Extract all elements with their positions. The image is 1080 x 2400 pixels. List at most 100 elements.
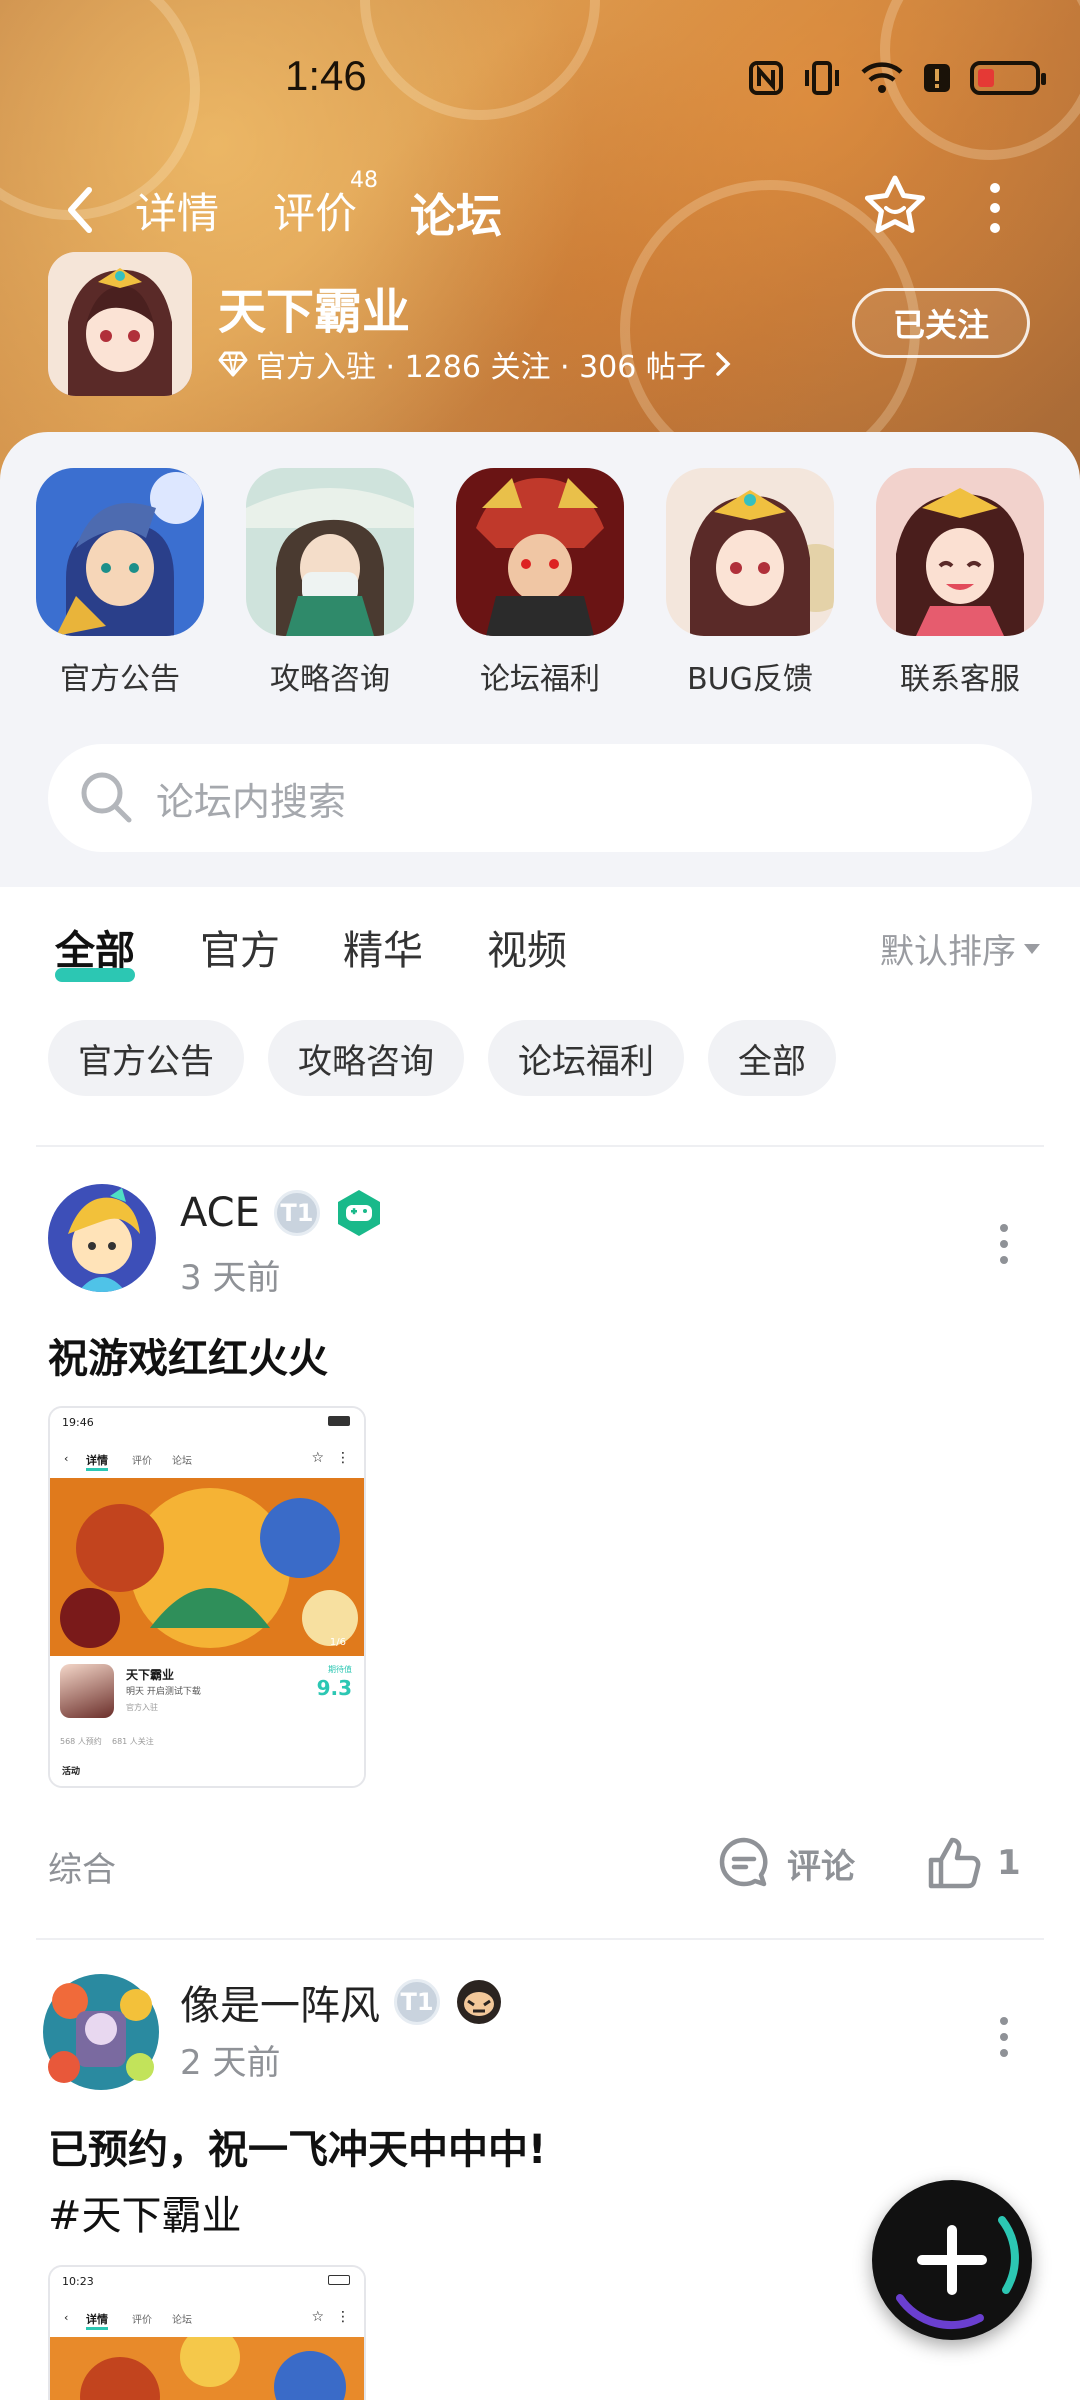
thumb-more-icon: ⋮ [336, 1450, 350, 1466]
alert-icon [924, 64, 950, 92]
favorite-star-icon[interactable] [860, 170, 930, 240]
thumb-tab: 论坛 [172, 1456, 192, 1467]
thumb-game-sub: 明天 开启测试下载 [126, 1687, 201, 1697]
header-banner: 1:46 详情 评价 48 论坛 天下霸业 官方入驻 · 1286 关注 · 3… [0, 0, 1080, 480]
more-menu-icon[interactable] [975, 178, 1015, 238]
game-meta[interactable]: 官方入驻 · 1286 关注 · 306 帖子 [218, 342, 732, 386]
tab-official[interactable]: 官方 [200, 918, 280, 976]
post-more-icon[interactable] [1000, 1224, 1012, 1264]
shortcut-official-notice[interactable]: 官方公告 [35, 468, 205, 698]
thumb-score: 9.3 [316, 1676, 352, 1700]
avatar[interactable] [48, 1184, 156, 1292]
vibrate-icon [805, 61, 839, 95]
post-category[interactable]: 综合 [48, 1842, 116, 1891]
thumb-star-icon: ☆ [311, 1450, 324, 1466]
post-hashtag[interactable]: #天下霸业 [48, 2183, 242, 2241]
tab-details[interactable]: 详情 [135, 180, 219, 241]
author-name[interactable]: 像是一阵风 [180, 1973, 380, 2031]
category-chips: 官方公告 攻略咨询 论坛福利 全部 [48, 1020, 836, 1096]
thumb-game-badge: 官方入驻 [126, 1703, 158, 1712]
chevron-right-icon [716, 352, 731, 376]
shortcut-bug-report[interactable]: BUG反馈 [665, 468, 835, 698]
tab-video[interactable]: 视频 [487, 918, 567, 976]
thumb-topbar: 10:23 ‹ 详情 评价 论坛 ☆ ⋮ [50, 2267, 364, 2337]
thumb-banner: 1/6 [50, 1478, 364, 1656]
thumb-star-icon: ☆ [311, 2309, 324, 2325]
back-icon[interactable] [55, 180, 105, 240]
post-image[interactable]: 10:23 ‹ 详情 评价 论坛 ☆ ⋮ [48, 2265, 366, 2400]
game-stats: 官方入驻 · 1286 关注 · 306 帖子 [256, 350, 706, 385]
post-image[interactable]: 19:46 ‹ 详情 评价 论坛 ☆ ⋮ 1/6 天下霸业 明天 开启测试下载 … [48, 1406, 366, 1788]
thumb-tab: 详情 [86, 1452, 108, 1471]
post-title[interactable]: 已预约，祝一飞冲天中中中! [48, 2117, 546, 2175]
author-row: ACE T1 [180, 1188, 384, 1238]
comment-button[interactable]: 评论 [715, 1834, 855, 1892]
thumb-topbar: 19:46 ‹ 详情 评价 论坛 ☆ ⋮ [50, 1408, 364, 1478]
shortcut-strategy[interactable]: 攻略咨询 [245, 468, 415, 698]
game-name: 天下霸业 [218, 284, 411, 340]
plus-icon [896, 2216, 1019, 2330]
shortcut-image [456, 468, 624, 636]
shortcut-contact-support[interactable]: 联系客服 [875, 468, 1045, 698]
tab-forum[interactable]: 论坛 [406, 180, 506, 254]
shortcut-image [36, 468, 204, 636]
thumb-counter: 1/6 [329, 1637, 346, 1648]
thumb-game-icon [60, 1664, 114, 1718]
tab-all[interactable]: 全部 [55, 918, 135, 982]
top-nav: 详情 评价 48 论坛 [0, 160, 1080, 260]
level-badge-icon: T1 [273, 1190, 320, 1236]
search-placeholder: 论坛内搜索 [156, 779, 347, 824]
post-title[interactable]: 祝游戏红红火火 [48, 1326, 328, 1384]
author-name[interactable]: ACE [180, 1190, 260, 1236]
like-count: 1 [997, 1843, 1021, 1883]
author-row: 像是一阵风 T1 [180, 1973, 504, 2031]
wifi-icon [861, 62, 903, 93]
game-icon[interactable] [48, 252, 192, 396]
mask-badge-icon [457, 1980, 501, 2024]
forum-search-bar[interactable]: 论坛内搜索 [48, 744, 1032, 852]
level-badge-icon: T1 [394, 1979, 440, 2025]
thumb-tab: 详情 [86, 2311, 108, 2330]
shortcut-forum-benefits[interactable]: 论坛福利 [455, 468, 625, 698]
status-bar: 1:46 [0, 0, 1080, 150]
thumb-bottom-label: 活动 [62, 1767, 81, 1777]
chip-forum-benefits[interactable]: 论坛福利 [488, 1020, 684, 1096]
tab-reviews[interactable]: 评价 [273, 180, 357, 241]
thumb-banner [50, 2337, 364, 2400]
forum-tabs: 全部 官方 精华 视频 默认排序 [0, 900, 1080, 990]
thumb-game-card: 天下霸业 明天 开启测试下载 官方入驻 期待值 9.3 568 人预约 681 … [50, 1656, 364, 1786]
chip-all[interactable]: 全部 [708, 1020, 836, 1096]
divider [36, 1938, 1044, 1940]
shortcut-label: 官方公告 [60, 662, 180, 697]
battery-icon [970, 61, 1046, 95]
reviews-count-badge: 48 [350, 168, 378, 193]
thumbs-up-icon [928, 1837, 981, 1889]
shortcut-label: BUG反馈 [687, 662, 813, 697]
thumb-time: 10:23 [62, 2275, 94, 2288]
thumb-battery-icon [328, 1416, 350, 1426]
follow-button[interactable]: 已关注 [852, 288, 1030, 358]
thumb-more-icon: ⋮ [336, 2309, 350, 2325]
shortcut-panel: 官方公告 攻略咨询 论坛福利 BUG反馈 联系客服 论坛内搜索 [0, 432, 1080, 887]
thumb-back-icon: ‹ [64, 2311, 69, 2324]
chip-official-notice[interactable]: 官方公告 [48, 1020, 244, 1096]
game-header: 天下霸业 官方入驻 · 1286 关注 · 306 帖子 已关注 [0, 250, 1080, 400]
post-more-icon[interactable] [1000, 2017, 1012, 2057]
diamond-icon [218, 351, 248, 377]
shortcut-label: 论坛福利 [480, 662, 600, 697]
thumb-tab: 论坛 [172, 2315, 192, 2326]
chip-strategy[interactable]: 攻略咨询 [268, 1020, 464, 1096]
shortcut-image [666, 468, 834, 636]
avatar[interactable] [40, 1971, 162, 2093]
like-button[interactable]: 1 [925, 1834, 1021, 1892]
post-time: 2 天前 [180, 2043, 281, 2083]
tab-featured[interactable]: 精华 [343, 918, 423, 976]
thumb-time: 19:46 [62, 1416, 94, 1429]
caret-down-icon [1024, 943, 1040, 954]
sort-dropdown[interactable]: 默认排序 [880, 924, 1040, 973]
status-time: 1:46 [285, 52, 367, 99]
comment-label: 评论 [787, 1846, 855, 1887]
post-time: 3 天前 [180, 1258, 281, 1298]
thumb-score-label: 期待值 [328, 1665, 352, 1674]
create-post-button[interactable] [872, 2180, 1032, 2340]
